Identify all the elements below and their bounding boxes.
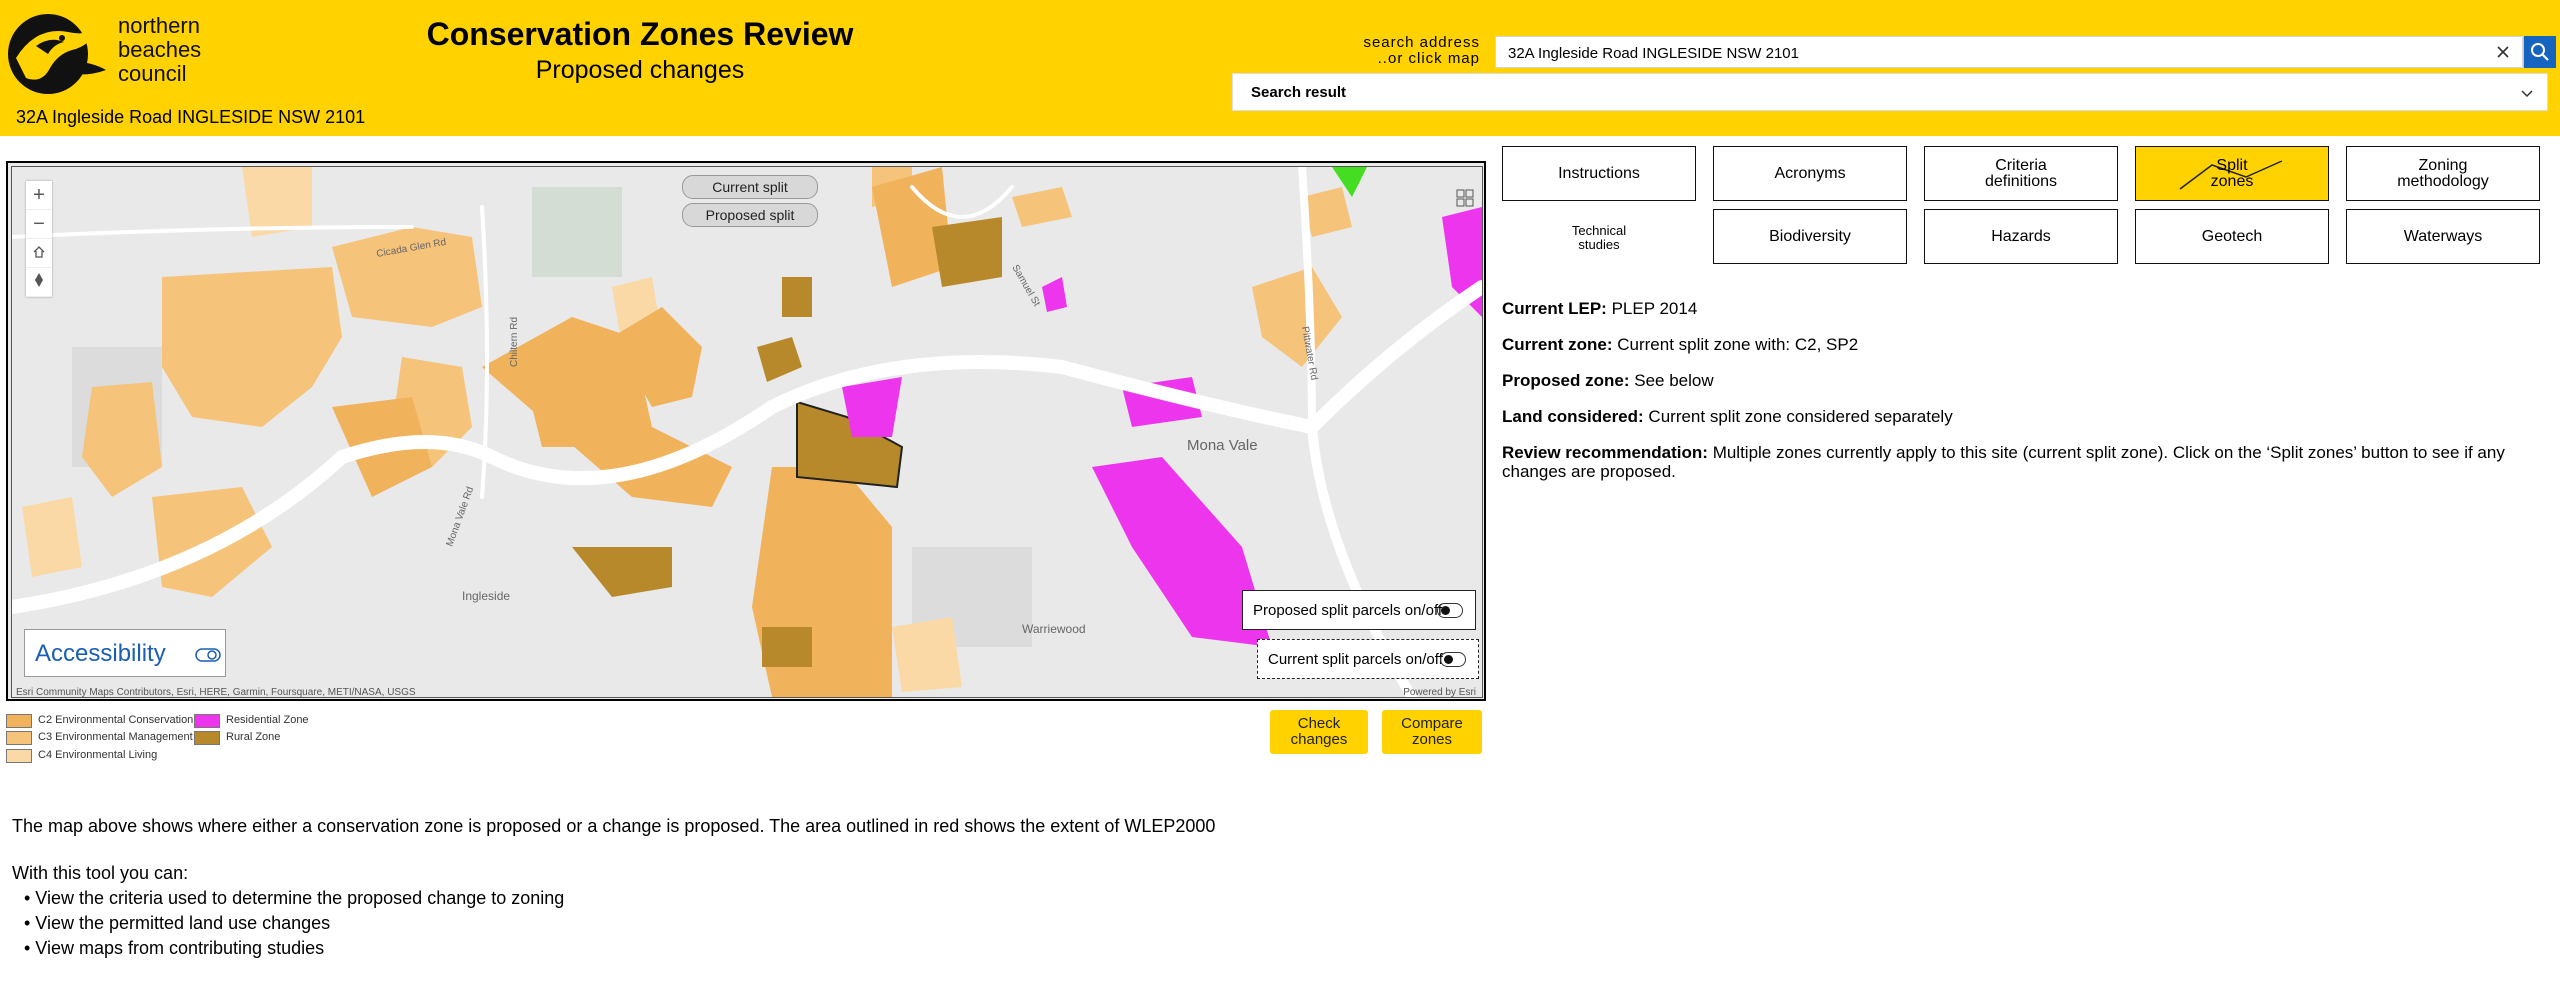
search-box	[1495, 36, 2523, 69]
toggle-knob	[1444, 655, 1453, 664]
land-considered-row: Land considered: Current split zone cons…	[1502, 407, 2552, 426]
map-frame: Mona Vale Ingleside Warriewood Mona Vale…	[6, 161, 1486, 701]
app-subtitle: Proposed changes	[535, 56, 745, 84]
current-lep-label: Current LEP:	[1502, 299, 1607, 318]
compass-icon	[35, 273, 43, 287]
legend-swatch	[6, 714, 32, 728]
accessibility-toggle-icon	[195, 648, 221, 662]
search-label: search address ..or click map	[1300, 35, 1480, 67]
accessibility-label: Accessibility	[35, 640, 166, 667]
instructions-button[interactable]: Instructions	[1502, 146, 1696, 201]
home-icon	[33, 246, 45, 258]
selected-address: 32A Ingleside Road INGLESIDE NSW 2101	[16, 107, 366, 127]
map-zoom-controls: + −	[26, 181, 52, 297]
search-result-label: Search result	[1251, 84, 1347, 101]
review-recommendation-label: Review recommendation:	[1502, 443, 1708, 462]
legend-label: C3 Environmental Management	[38, 731, 193, 743]
zoning-methodology-button[interactable]: Zoning methodology	[2346, 146, 2540, 201]
proposed-zone-label: Proposed zone:	[1502, 371, 1630, 390]
logo-line: northern	[118, 13, 200, 38]
legend-label: C2 Environmental Conservation	[38, 714, 194, 726]
home-button[interactable]	[26, 239, 52, 268]
northern-beaches-logo	[8, 14, 106, 94]
map-label-ingleside: Ingleside	[462, 589, 510, 603]
logo-line: beaches	[118, 37, 202, 62]
map-label-mona-vale: Mona Vale	[1187, 437, 1258, 454]
legend-swatch	[194, 731, 220, 745]
proposed-zone-row: Proposed zone: See below	[1502, 371, 2552, 390]
accessibility-button[interactable]: Accessibility	[24, 629, 226, 677]
zoom-in-button[interactable]: +	[26, 181, 52, 210]
search-button[interactable]	[2524, 36, 2556, 68]
close-icon[interactable]	[2492, 41, 2514, 63]
zoom-out-button[interactable]: −	[26, 210, 52, 239]
proposed-split-toggle-label: Proposed split parcels on/off	[1253, 602, 1443, 619]
tool-bullet: • View maps from contributing studies	[24, 938, 325, 958]
geotech-button[interactable]: Geotech	[2135, 209, 2329, 264]
proposed-split-pill[interactable]: Proposed split	[682, 203, 818, 227]
compare-zones-label: Compare zones	[1401, 715, 1463, 748]
map-label-road: Chiltern Rd	[509, 317, 520, 367]
compare-zones-button[interactable]: Compare zones	[1382, 710, 1482, 754]
app-title: Conservation Zones Review	[426, 16, 854, 52]
technical-studies-label: Technical studies	[1571, 223, 1627, 252]
current-zone-row: Current zone: Current split zone with: C…	[1502, 335, 2552, 354]
map-view[interactable]: Mona Vale Ingleside Warriewood Mona Vale…	[11, 166, 1483, 698]
legend-swatch	[6, 749, 32, 763]
current-split-pill[interactable]: Current split	[682, 175, 818, 199]
current-zone-value: Current split zone with: C2, SP2	[1617, 335, 1859, 354]
legend-swatch	[6, 731, 32, 745]
tool-heading: With this tool you can:	[12, 863, 189, 883]
check-changes-button[interactable]: Check changes	[1270, 710, 1368, 754]
map-attribution: Esri Community Maps Contributors, Esri, …	[16, 687, 416, 698]
search-input[interactable]	[1506, 37, 2470, 69]
waterways-button[interactable]: Waterways	[2346, 209, 2540, 264]
split-zones-button[interactable]: Split zones	[2135, 146, 2329, 201]
legend-swatch	[194, 714, 220, 728]
toggle-knob	[1441, 606, 1450, 615]
map-intro-text: The map above shows where either a conse…	[12, 816, 1216, 836]
current-lep-row: Current LEP: PLEP 2014	[1502, 299, 2552, 318]
search-label-line: ..or click map	[1377, 50, 1480, 67]
current-zone-label: Current zone:	[1502, 335, 1613, 354]
proposed-split-toggle[interactable]: Proposed split parcels on/off	[1242, 590, 1476, 630]
criteria-definitions-button[interactable]: Criteria definitions	[1924, 146, 2118, 201]
basemap-gallery-icon[interactable]	[1456, 189, 1474, 207]
tool-bullet: • View the permitted land use changes	[24, 913, 331, 933]
toggle-switch[interactable]	[1437, 603, 1463, 618]
powered-by-esri[interactable]: Powered by Esri	[1403, 687, 1476, 697]
check-changes-label: Check changes	[1290, 715, 1348, 748]
current-split-toggle[interactable]: Current split parcels on/off	[1257, 639, 1479, 679]
current-split-toggle-label: Current split parcels on/off	[1268, 651, 1443, 668]
biodiversity-button[interactable]: Biodiversity	[1713, 209, 1907, 264]
chevron-down-icon	[2521, 90, 2533, 98]
review-recommendation-row: Review recommendation: Multiple zones cu…	[1502, 443, 2552, 481]
map-label-warriewood: Warriewood	[1022, 622, 1086, 636]
land-considered-label: Land considered:	[1502, 407, 1644, 426]
proposed-zone-value: See below	[1634, 371, 1714, 390]
search-icon	[2531, 43, 2549, 61]
header-bar: northern beaches council Conservation Zo…	[0, 0, 2560, 136]
compass-button[interactable]	[26, 268, 52, 297]
toggle-switch[interactable]	[1440, 652, 1466, 667]
logo-line: council	[118, 61, 187, 86]
legend-label: C4 Environmental Living	[38, 749, 158, 761]
hazards-button[interactable]: Hazards	[1924, 209, 2118, 264]
split-zones-label: Split zones	[2210, 156, 2254, 190]
search-result-dropdown[interactable]: Search result	[1232, 73, 2548, 111]
land-considered-value: Current split zone considered separately	[1648, 407, 1953, 426]
legend-label: Rural Zone	[226, 731, 281, 743]
legend-label: Residential Zone	[226, 714, 309, 726]
acronyms-button[interactable]: Acronyms	[1713, 146, 1907, 201]
current-lep-value: PLEP 2014	[1611, 299, 1698, 318]
tool-bullet: • View the criteria used to determine th…	[24, 888, 565, 908]
logo-text: northern beaches council	[118, 14, 201, 86]
search-label-line: search address	[1363, 34, 1480, 51]
